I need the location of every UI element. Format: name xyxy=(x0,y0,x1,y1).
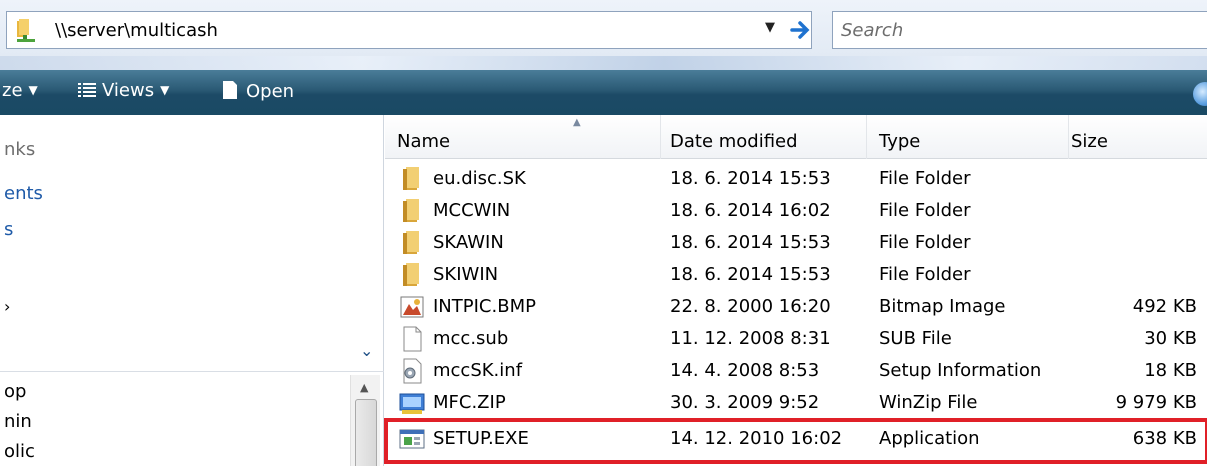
address-bar-divider xyxy=(0,56,1207,70)
document-icon xyxy=(223,81,237,99)
column-header-name[interactable]: ▲ Name xyxy=(385,115,661,159)
file-name: eu.disc.SK xyxy=(433,168,526,189)
file-size: 18 KB xyxy=(1144,360,1197,381)
file-type: File Folder xyxy=(879,264,971,285)
file-row[interactable]: MFC.ZIP 30. 3. 2009 9:52 WinZip File 9 9… xyxy=(385,387,1207,419)
folder-icon xyxy=(403,199,419,222)
column-header-type[interactable]: Type xyxy=(867,115,1069,159)
address-dropdown-icon[interactable]: ▼ xyxy=(765,20,775,35)
views-button[interactable]: Views ▼ xyxy=(78,80,169,101)
file-type: File Folder xyxy=(879,168,971,189)
file-date: 18. 6. 2014 15:53 xyxy=(670,264,831,285)
highlight-box xyxy=(384,418,1207,464)
sort-ascending-icon: ▲ xyxy=(573,117,581,128)
file-date: 11. 12. 2008 8:31 xyxy=(670,328,831,349)
file-date: 18. 6. 2014 15:53 xyxy=(670,168,831,189)
file-name: SKAWIN xyxy=(433,232,504,253)
column-header-date-label: Date modified xyxy=(670,131,798,152)
help-icon[interactable] xyxy=(1193,82,1207,106)
column-header-name-label: Name xyxy=(397,131,451,152)
bitmap-icon xyxy=(400,296,424,318)
file-type: File Folder xyxy=(879,232,971,253)
nav-tree-item-admin[interactable]: nin xyxy=(4,411,32,432)
folder-icon xyxy=(403,231,419,254)
zip-icon xyxy=(399,393,425,414)
open-label: Open xyxy=(246,81,295,102)
file-name: mcc.sub xyxy=(433,328,509,349)
address-path[interactable]: \\server\multicash xyxy=(55,20,218,41)
nav-tree-item-desktop[interactable]: op xyxy=(4,381,26,402)
setup-info-icon xyxy=(403,358,422,384)
file-row[interactable]: mccSK.inf 14. 4. 2008 8:53 Setup Informa… xyxy=(385,355,1207,387)
file-type: SUB File xyxy=(879,328,952,349)
nav-divider xyxy=(0,371,384,372)
file-size: 9 979 KB xyxy=(1115,392,1197,413)
nav-link-pictures[interactable]: s xyxy=(4,219,13,240)
address-bar-area: \\server\multicash ▼ Search xyxy=(0,0,1207,70)
file-list: ▲ Name Date modified Type Size eu.disc.S… xyxy=(385,115,1207,466)
file-type: File Folder xyxy=(879,200,971,221)
file-date: 30. 3. 2009 9:52 xyxy=(670,392,820,413)
file-size: 30 KB xyxy=(1144,328,1197,349)
nav-scrollbar[interactable]: ▲ xyxy=(350,375,380,466)
file-row[interactable]: MCCWIN 18. 6. 2014 16:02 File Folder xyxy=(385,195,1207,227)
folder-icon xyxy=(403,167,419,190)
file-type: Bitmap Image xyxy=(879,296,1006,317)
file-row[interactable]: mcc.sub 11. 12. 2008 8:31 SUB File 30 KB xyxy=(385,323,1207,355)
file-name: SKIWIN xyxy=(433,264,499,285)
column-header-row: ▲ Name Date modified Type Size xyxy=(385,115,1207,159)
file-name: INTPIC.BMP xyxy=(433,296,536,317)
views-label: Views xyxy=(102,80,155,101)
chevron-down-icon[interactable]: ⌄ xyxy=(360,341,373,360)
views-icon xyxy=(78,83,96,97)
file-date: 14. 4. 2008 8:53 xyxy=(670,360,820,381)
file-date: 18. 6. 2014 15:53 xyxy=(670,232,831,253)
chevron-right-icon[interactable]: › xyxy=(4,297,10,316)
folder-icon xyxy=(403,263,419,286)
navigation-pane: nks ents s › ⌄ op nin olic ▲ xyxy=(0,115,384,466)
network-folder-icon xyxy=(17,19,35,42)
nav-scrollbar-thumb[interactable] xyxy=(355,399,377,466)
file-name: mccSK.inf xyxy=(433,360,523,381)
file-type: Setup Information xyxy=(879,360,1042,381)
file-row[interactable]: SKAWIN 18. 6. 2014 15:53 File Folder xyxy=(385,227,1207,259)
chevron-down-icon: ▼ xyxy=(160,83,170,97)
search-placeholder: Search xyxy=(841,20,904,41)
open-button[interactable]: Open xyxy=(222,80,294,102)
nav-tree-item-public[interactable]: olic xyxy=(4,441,35,462)
nav-favorite-links-header: nks xyxy=(4,139,36,160)
command-toolbar: ze ▼ Views ▼ Open xyxy=(0,70,1207,115)
address-bar[interactable]: \\server\multicash ▼ xyxy=(6,11,812,49)
file-icon xyxy=(403,326,422,352)
search-input[interactable]: Search xyxy=(832,11,1207,49)
file-date: 18. 6. 2014 16:02 xyxy=(670,200,831,221)
file-row[interactable]: eu.disc.SK 18. 6. 2014 15:53 File Folder xyxy=(385,163,1207,195)
column-header-date[interactable]: Date modified xyxy=(661,115,867,159)
column-header-type-label: Type xyxy=(879,131,921,152)
file-name: MFC.ZIP xyxy=(433,392,506,413)
scroll-up-icon[interactable]: ▲ xyxy=(360,381,368,394)
file-row[interactable]: INTPIC.BMP 22. 8. 2000 16:20 Bitmap Imag… xyxy=(385,291,1207,323)
file-type: WinZip File xyxy=(879,392,978,413)
go-arrow-icon[interactable] xyxy=(788,11,814,49)
file-size: 492 KB xyxy=(1132,296,1197,317)
column-header-size-label: Size xyxy=(1071,131,1108,152)
nav-link-documents[interactable]: ents xyxy=(4,183,43,204)
file-date: 22. 8. 2000 16:20 xyxy=(670,296,831,317)
organize-button[interactable]: ze ▼ xyxy=(2,80,38,101)
organize-label: ze xyxy=(2,80,23,101)
file-name: MCCWIN xyxy=(433,200,511,221)
chevron-down-icon: ▼ xyxy=(28,83,38,97)
column-header-size[interactable]: Size xyxy=(1069,115,1207,159)
file-row[interactable]: SKIWIN 18. 6. 2014 15:53 File Folder xyxy=(385,259,1207,291)
